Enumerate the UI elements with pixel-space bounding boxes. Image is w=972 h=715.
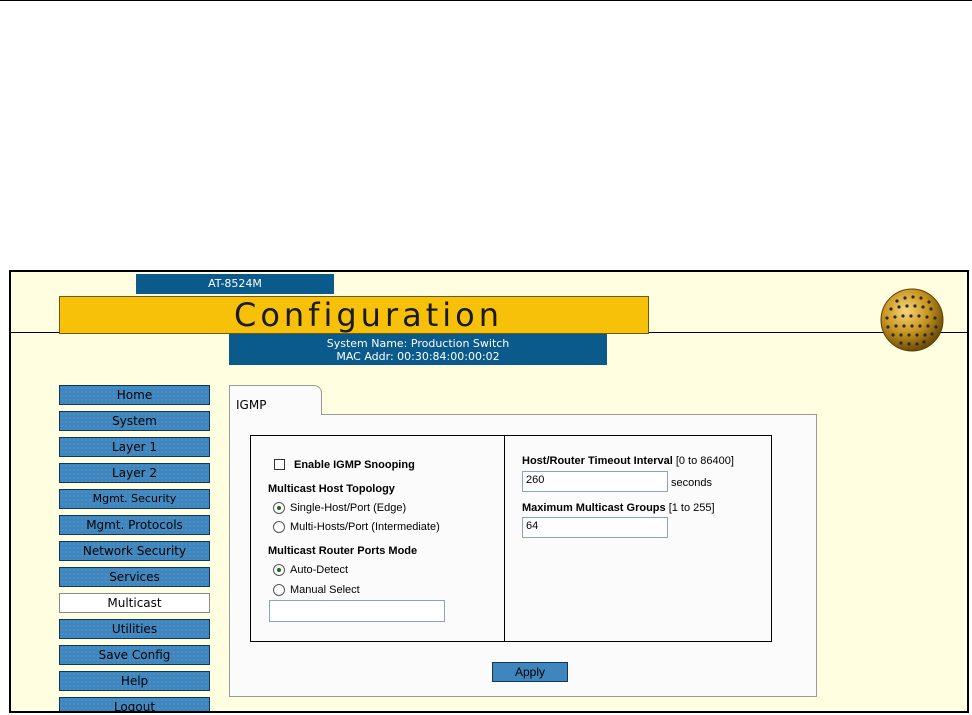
nav-network-security-button[interactable]: Network Security [59, 541, 210, 561]
topology-edge-label: Single-Host/Port (Edge) [290, 502, 407, 514]
nav-mgmt-security-button[interactable]: Mgmt. Security [59, 489, 210, 509]
apply-button[interactable]: Apply [492, 662, 568, 682]
top-divider [0, 0, 972, 1]
globe-logo-icon [880, 288, 944, 352]
tab-connector [230, 413, 321, 416]
max-groups-range: [1 to 255] [668, 502, 715, 514]
max-groups-input[interactable]: 64 [522, 517, 668, 538]
nav-layer1-button[interactable]: Layer 1 [59, 437, 210, 457]
enable-snooping-label: Enable IGMP Snooping [294, 459, 415, 471]
router-auto-detect-label: Auto-Detect [290, 564, 349, 576]
timeout-unit: seconds [671, 477, 712, 489]
nav-services-button[interactable]: Services [59, 567, 210, 587]
nav-layer2-button[interactable]: Layer 2 [59, 463, 210, 483]
igmp-panel: Enable IGMP Snooping Multicast Host Topo… [229, 414, 817, 697]
nav-logout-button[interactable]: Logout [59, 697, 210, 711]
topology-intermediate-radio[interactable] [273, 521, 285, 533]
model-label: AT-8524M [136, 274, 334, 294]
router-mode-heading: Multicast Router Ports Mode [268, 545, 418, 557]
timeout-settings-box: Host/Router Timeout Interval [0 to 86400… [504, 435, 772, 642]
router-manual-select-label: Manual Select [290, 584, 360, 596]
topology-edge-radio[interactable] [273, 502, 285, 514]
nav-system-button[interactable]: System [59, 411, 210, 431]
enable-snooping-checkbox[interactable] [274, 459, 285, 470]
nav-save-config-button[interactable]: Save Config [59, 645, 210, 665]
nav-multicast-button[interactable]: Multicast [59, 593, 210, 613]
topology-intermediate-label: Multi-Hosts/Port (Intermediate) [290, 521, 440, 533]
router-auto-detect-radio[interactable] [273, 564, 285, 576]
max-groups-label: Maximum Multicast Groups [1 to 255] [522, 502, 715, 514]
config-window: AT-8524M Configuration System Name: Prod… [9, 270, 969, 713]
header-rule-left [11, 332, 59, 333]
nav-mgmt-protocols-button[interactable]: Mgmt. Protocols [59, 515, 210, 535]
system-name: System Name: Production Switch [326, 337, 510, 350]
page-title: Configuration [59, 296, 649, 334]
timeout-range: [0 to 86400] [675, 455, 734, 467]
timeout-label: Host/Router Timeout Interval [0 to 86400… [522, 455, 734, 467]
topology-heading: Multicast Host Topology [268, 483, 395, 495]
router-manual-select-radio[interactable] [273, 584, 285, 596]
mac-address: MAC Addr: 00:30:84:00:00:02 [336, 350, 500, 363]
timeout-label-text: Host/Router Timeout Interval [522, 455, 673, 467]
manual-ports-input[interactable] [269, 600, 445, 622]
system-info: System Name: Production Switch MAC Addr:… [229, 334, 607, 365]
timeout-input[interactable]: 260 [522, 471, 668, 492]
tab-igmp[interactable]: IGMP [229, 385, 322, 415]
max-groups-label-text: Maximum Multicast Groups [522, 502, 666, 514]
nav-help-button[interactable]: Help [59, 671, 210, 691]
snooping-settings-box: Enable IGMP Snooping Multicast Host Topo… [250, 435, 505, 642]
nav-home-button[interactable]: Home [59, 385, 210, 405]
nav-utilities-button[interactable]: Utilities [59, 619, 210, 639]
